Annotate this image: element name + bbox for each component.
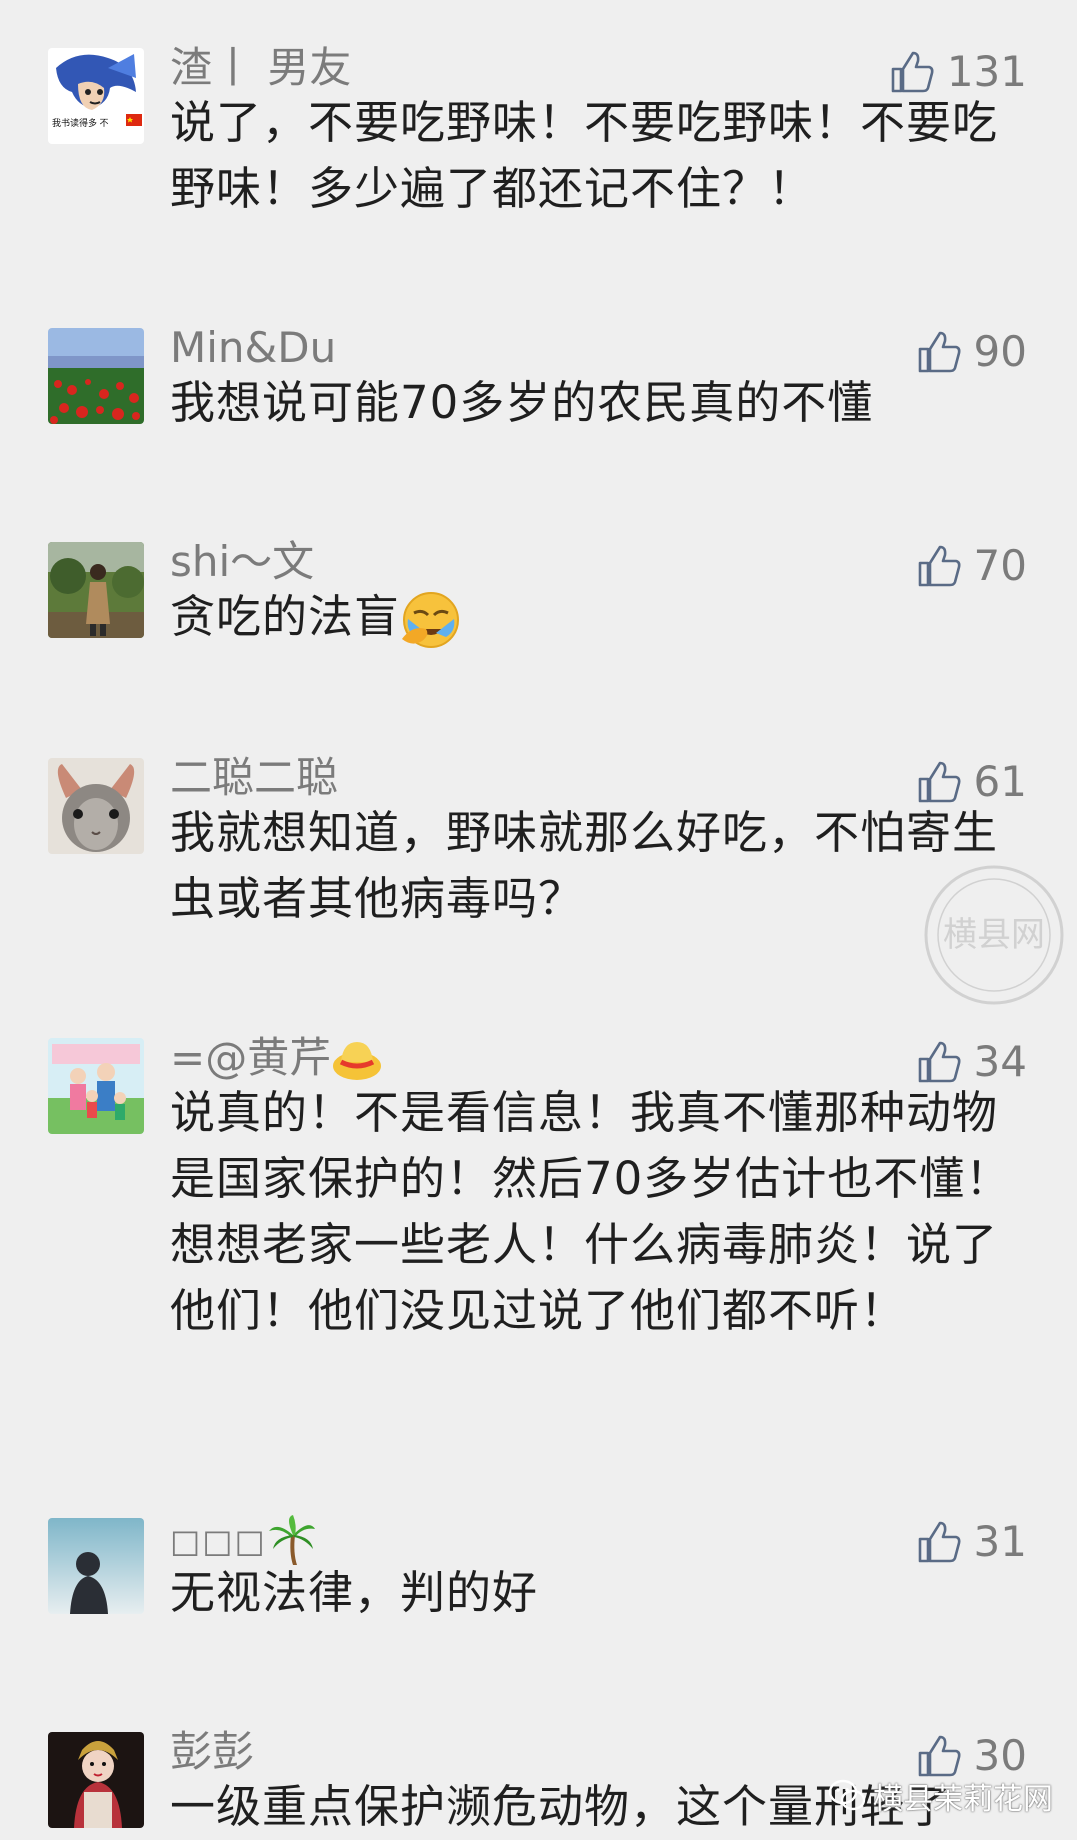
comment-text: 贪吃的法盲: [170, 584, 1037, 651]
comment-text: 说了，不要吃野味！不要吃野味！不要吃野味！多少遍了都还记不住？！: [170, 96, 999, 215]
palm-tree-emoji-icon: [268, 1514, 315, 1565]
avatar[interactable]: [48, 1038, 144, 1134]
rabbit-avatar-icon: [48, 758, 144, 854]
comment-text: 我想说可能70多岁的农民真的不懂: [170, 376, 874, 429]
comment-text: 说真的！不是看信息！我真不懂那种动物是国家保护的！然后70多岁估计也不懂！想想老…: [170, 1086, 1012, 1337]
svg-text:横县网: 横县网: [943, 915, 1045, 955]
avatar[interactable]: [48, 758, 144, 854]
straw-hat-emoji-icon: [333, 1041, 382, 1080]
username[interactable]: 二聪二聪: [170, 750, 338, 806]
wechat-icon: [828, 1779, 866, 1811]
brand-text: 横县茉莉花网: [873, 1782, 1053, 1817]
svg-text:我书读得多 不: 我书读得多 不: [52, 117, 109, 128]
comment-text: 我就想知道，野味就那么好吃，不怕寄生虫或者其他病毒吗？: [170, 806, 999, 925]
username[interactable]: 渣丨 男友: [170, 40, 351, 96]
flower-field-avatar-icon: [48, 328, 144, 424]
watermark-seal: 横县网: [924, 865, 1064, 1005]
username[interactable]: 彭彭: [170, 1724, 254, 1780]
brand-watermark: 横县茉莉花网: [827, 1774, 1053, 1818]
cartoon-avatar-icon: 我书读得多 不: [48, 48, 144, 144]
username-text: □□□: [170, 1522, 267, 1560]
username[interactable]: Min&Du: [170, 320, 336, 376]
avatar[interactable]: 我书读得多 不: [48, 48, 144, 144]
person-outdoors-avatar-icon: [48, 542, 144, 638]
avatar[interactable]: [48, 1732, 144, 1828]
opera-avatar-icon: [48, 1732, 144, 1828]
comment-text-content: 贪吃的法盲: [170, 590, 401, 643]
comment-text: 无视法律，判的好: [170, 1566, 539, 1619]
silhouette-avatar-icon: [48, 1518, 144, 1614]
face-palm-emoji-icon: [402, 592, 460, 648]
avatar[interactable]: [48, 1518, 144, 1614]
username[interactable]: shi～文: [170, 534, 314, 590]
family-cartoon-avatar-icon: [48, 1038, 144, 1134]
avatar[interactable]: [48, 328, 144, 424]
username-text: =@黄芹: [170, 1033, 332, 1082]
username[interactable]: =@黄芹: [170, 1030, 383, 1086]
avatar[interactable]: [48, 542, 144, 638]
